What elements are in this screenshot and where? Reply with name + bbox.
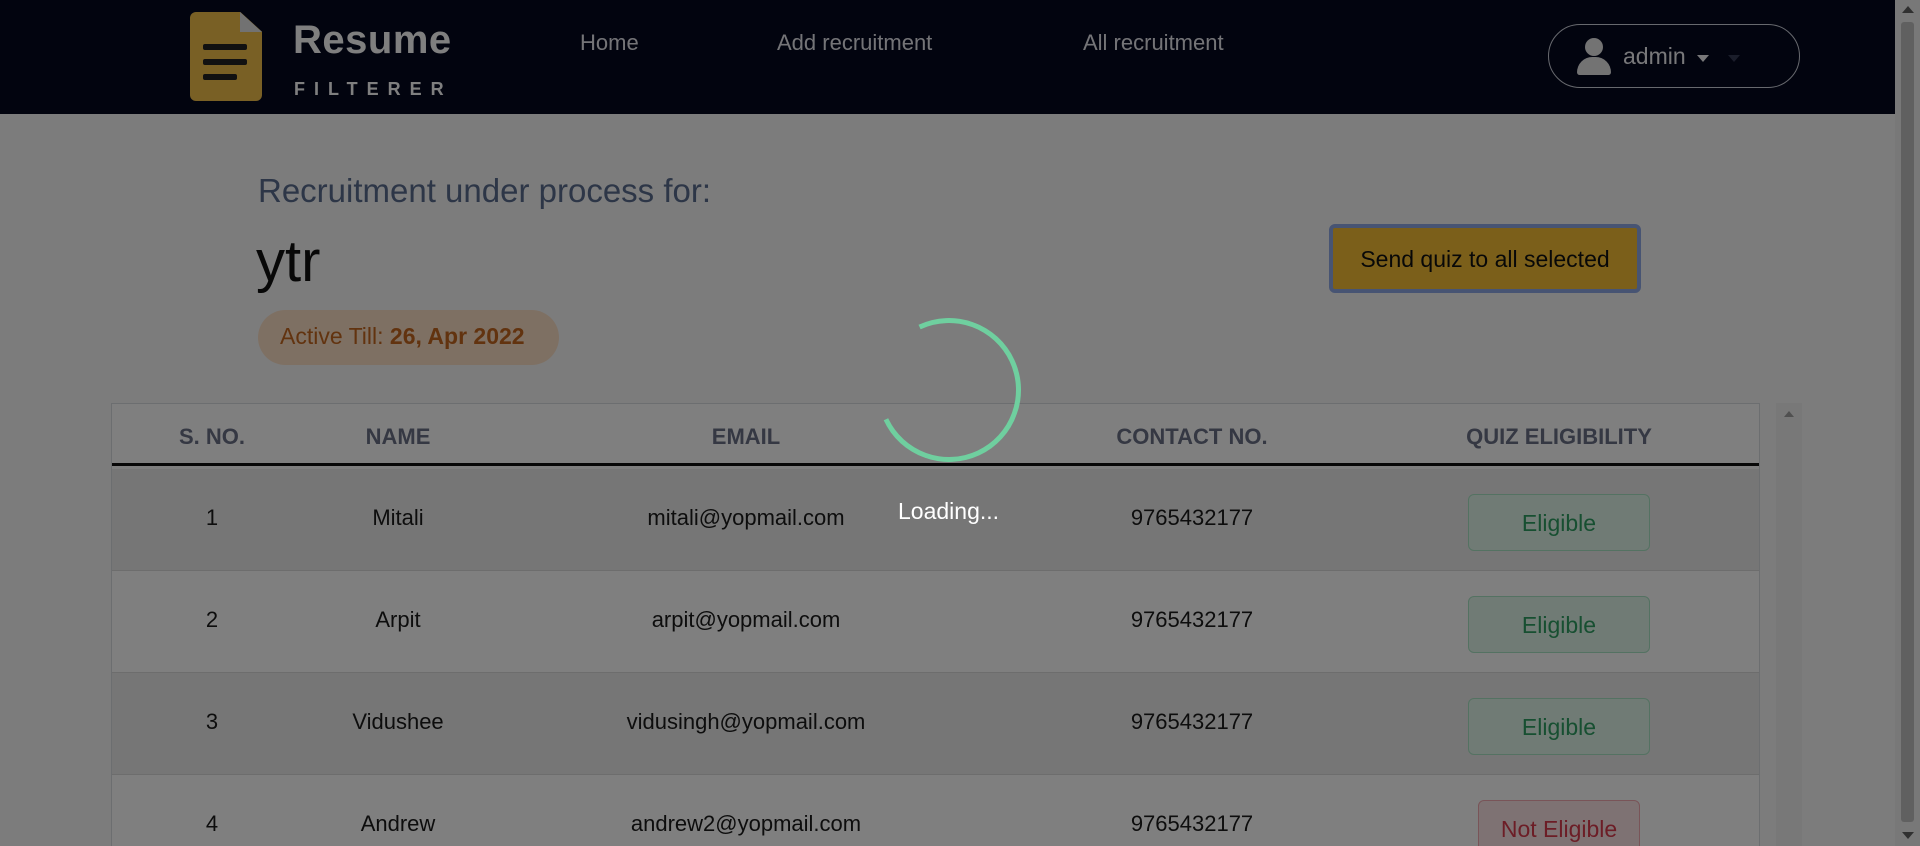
loading-overlay: Loading... — [0, 0, 1920, 846]
loading-text: Loading... — [898, 498, 1000, 524]
loading-spinner-icon — [856, 297, 1042, 483]
